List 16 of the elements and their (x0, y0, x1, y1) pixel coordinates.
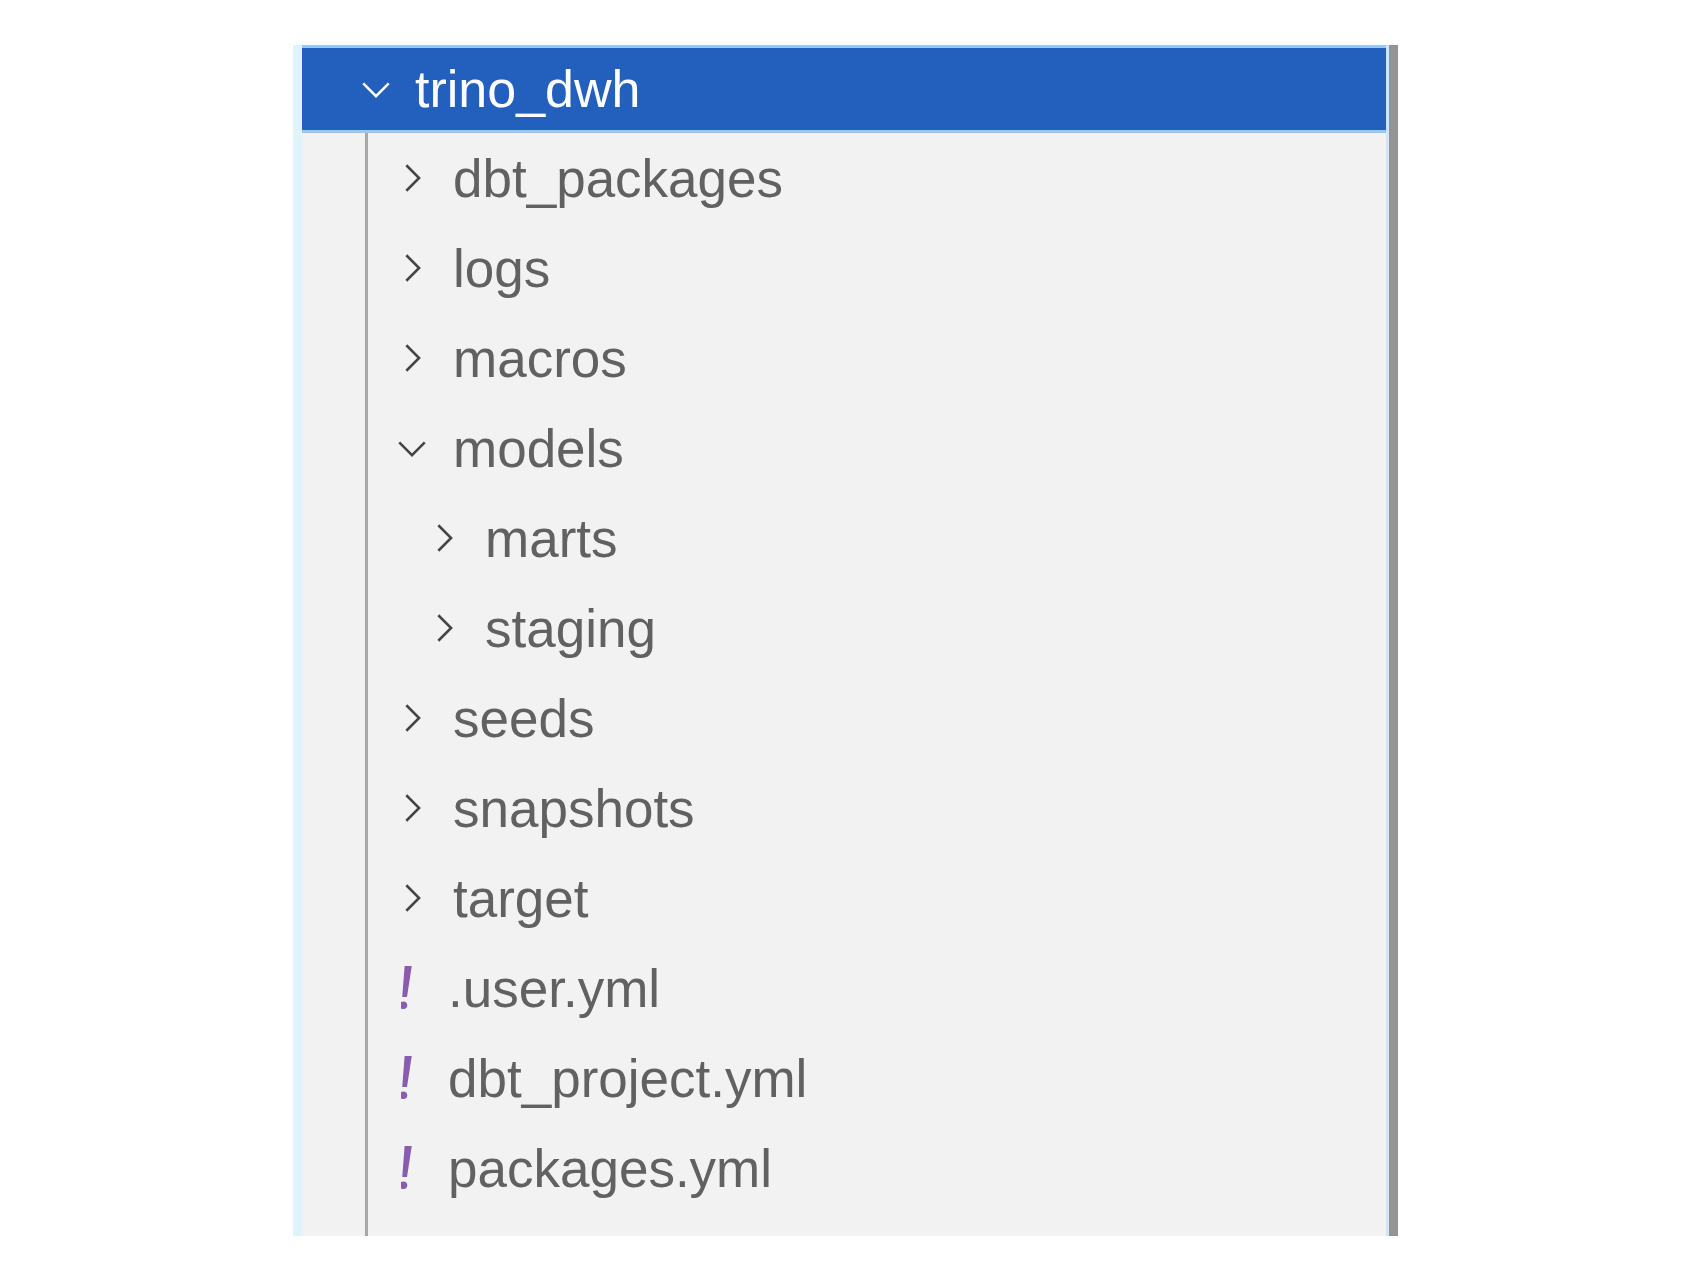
folder-name[interactable]: staging (485, 597, 656, 659)
folder-name[interactable]: seeds (453, 687, 595, 749)
exclamation-icon (401, 966, 413, 1010)
folder-name[interactable]: dbt_packages (453, 147, 784, 209)
file-name[interactable]: dbt_project.yml (448, 1047, 808, 1109)
folder-name[interactable]: target (453, 867, 589, 929)
exclamation-icon (401, 1056, 413, 1100)
exclamation-icon (401, 1146, 413, 1190)
file-name[interactable]: packages.yml (448, 1137, 773, 1199)
folder-name[interactable]: marts (485, 507, 618, 569)
folder-name[interactable]: snapshots (453, 777, 695, 839)
folder-name[interactable]: logs (453, 237, 551, 299)
file-name[interactable]: .user.yml (448, 957, 661, 1019)
folder-name[interactable]: macros (453, 327, 627, 389)
folder-name[interactable]: models (453, 417, 624, 479)
root-folder-row[interactable]: trino_dwh (302, 45, 1386, 133)
